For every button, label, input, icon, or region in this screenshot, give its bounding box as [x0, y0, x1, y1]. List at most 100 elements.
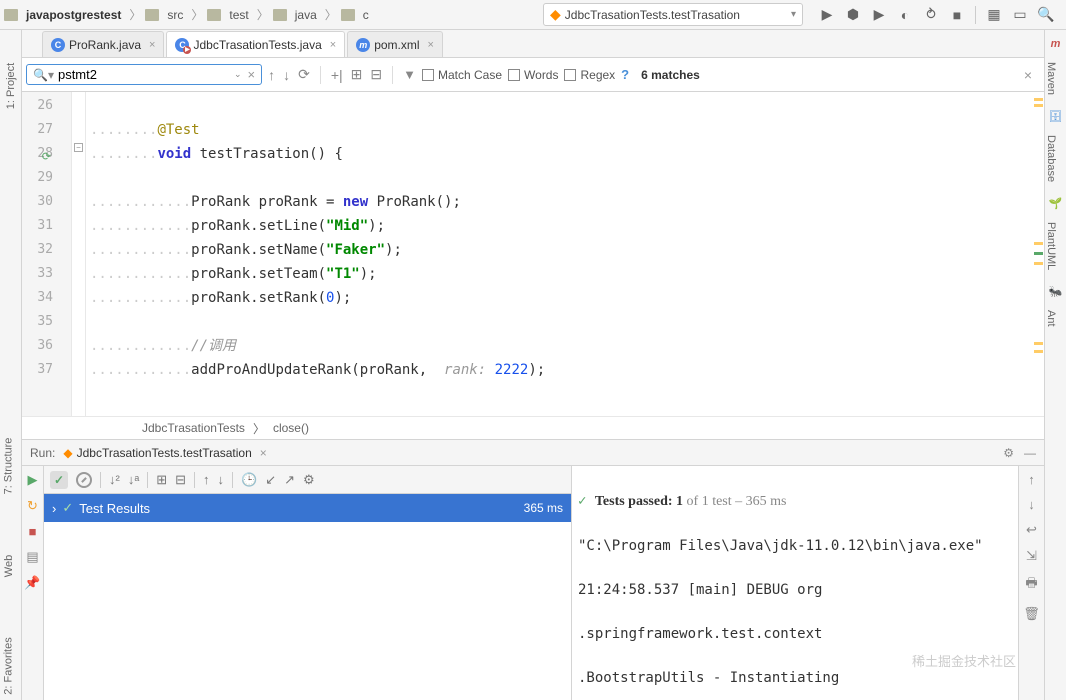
- next-match-icon[interactable]: ↓: [283, 67, 290, 83]
- rail-database[interactable]: Database: [1045, 135, 1057, 182]
- line-number: 30: [22, 190, 53, 214]
- crumb-test[interactable]: test: [225, 6, 252, 24]
- clear-icon[interactable]: ×: [248, 67, 256, 82]
- remove-occurrence-icon[interactable]: ⊟: [370, 66, 382, 83]
- find-tools: +| ⊞ ⊟: [331, 66, 382, 83]
- expand-icon[interactable]: ⊞: [156, 472, 167, 488]
- collapse-icon[interactable]: ⊟: [175, 472, 186, 488]
- history-icon[interactable]: 🕒: [241, 472, 257, 488]
- sort-icon[interactable]: ↓²: [109, 472, 120, 487]
- crumb-sep: 〉: [191, 6, 203, 23]
- attach-icon[interactable]: ⥁: [923, 7, 939, 23]
- layout-icon[interactable]: ▤: [26, 549, 38, 565]
- rerun-icon[interactable]: ▶: [28, 472, 38, 488]
- run-gutter-icon[interactable]: ⟳: [42, 145, 51, 169]
- close-findbar-icon[interactable]: ×: [1016, 67, 1040, 83]
- test-results-row[interactable]: › ✓ Test Results 365 ms: [44, 494, 571, 522]
- show-ignored-icon[interactable]: [76, 472, 92, 488]
- plantuml-icon[interactable]: 🌱: [1045, 197, 1066, 210]
- test-tree[interactable]: › ✓ Test Results 365 ms: [44, 494, 571, 700]
- checkbox-icon: [422, 69, 434, 81]
- run-config-name: JdbcTrasationTests.testTrasation: [77, 446, 252, 460]
- pin-icon[interactable]: 📌: [24, 575, 40, 591]
- rail-ant[interactable]: Ant: [1045, 310, 1057, 327]
- maven-icon[interactable]: m: [1045, 38, 1066, 50]
- run-icon[interactable]: ▶: [819, 7, 835, 23]
- error-stripe[interactable]: [1032, 92, 1044, 416]
- down-icon[interactable]: ↓: [218, 472, 225, 487]
- run-config-label: JdbcTrasationTests.testTrasation: [565, 8, 787, 22]
- run-header-config[interactable]: ◆ JdbcTrasationTests.testTrasation ×: [63, 446, 266, 460]
- rail-maven[interactable]: Maven: [1045, 62, 1057, 95]
- import-icon[interactable]: ↙: [265, 472, 276, 488]
- help-icon[interactable]: ?: [621, 67, 629, 82]
- down-icon[interactable]: ↓: [1028, 497, 1035, 512]
- rail-web[interactable]: Web: [3, 555, 15, 577]
- run-config-selector[interactable]: ◆ JdbcTrasationTests.testTrasation ▾: [543, 3, 803, 26]
- separator: [392, 66, 393, 84]
- rail-favorites[interactable]: 2: Favorites: [3, 637, 15, 694]
- crumb-class[interactable]: JdbcTrasationTests: [142, 421, 245, 435]
- ant-icon[interactable]: 🐜: [1045, 285, 1066, 298]
- rail-project[interactable]: 1: Project: [5, 63, 17, 109]
- git-icon[interactable]: ▦: [986, 7, 1002, 23]
- coverage-icon[interactable]: ▶: [871, 7, 887, 23]
- code-content[interactable]: ........@Test........void testTrasation(…: [86, 92, 1044, 416]
- find-nav: ↑ ↓ ⟳: [268, 66, 310, 83]
- rerun-failed-icon[interactable]: ↻: [27, 498, 38, 514]
- crumb-src[interactable]: src: [163, 6, 187, 24]
- rail-structure[interactable]: 7: Structure: [2, 438, 14, 495]
- close-icon[interactable]: ×: [260, 446, 267, 460]
- add-selection-icon[interactable]: +|: [331, 67, 343, 83]
- scroll-end-icon[interactable]: ⇲: [1026, 548, 1037, 564]
- search-icon[interactable]: 🔍: [1038, 7, 1054, 23]
- find-input-box[interactable]: 🔍▾ ⌄ ×: [26, 64, 262, 85]
- up-icon[interactable]: ↑: [1028, 472, 1035, 487]
- rail-plantuml[interactable]: PlantUML: [1045, 222, 1057, 270]
- close-icon[interactable]: ×: [428, 39, 434, 51]
- tab-prorank[interactable]: C ProRank.java ×: [42, 31, 164, 57]
- fold-toggle-icon[interactable]: −: [74, 143, 83, 152]
- match-case-option[interactable]: Match Case: [422, 68, 502, 82]
- minimize-icon[interactable]: —: [1024, 446, 1036, 460]
- crumb-more[interactable]: c: [359, 6, 373, 24]
- settings-icon[interactable]: ⚙: [303, 472, 315, 488]
- tab-jdbctests[interactable]: C▶ JdbcTrasationTests.java ×: [166, 31, 345, 57]
- print-icon[interactable]: 🖶: [1025, 574, 1037, 596]
- words-option[interactable]: Words: [508, 68, 558, 82]
- select-all-icon[interactable]: ⟳: [298, 66, 310, 83]
- up-icon[interactable]: ↑: [203, 472, 210, 487]
- test-toolbar: ✓ ↓² ↓ᵃ ⊞ ⊟ ↑ ↓ 🕒 ↙ ↗ ⚙: [44, 466, 571, 494]
- select-occurrences-icon[interactable]: ⊞: [351, 66, 363, 83]
- chevron-right-icon[interactable]: ›: [52, 501, 56, 516]
- console-output[interactable]: ✓ Tests passed: 1 of 1 test – 365 ms "C:…: [572, 466, 1018, 700]
- database-icon[interactable]: 🗄: [1045, 110, 1066, 123]
- settings-icon[interactable]: ⚙: [1003, 446, 1014, 460]
- clear-icon[interactable]: 🗑: [1023, 606, 1040, 622]
- export-icon[interactable]: ↗: [284, 472, 295, 488]
- prev-match-icon[interactable]: ↑: [268, 67, 275, 83]
- sort-alpha-icon[interactable]: ↓ᵃ: [128, 472, 139, 487]
- find-input[interactable]: [58, 67, 234, 82]
- tab-pom[interactable]: m pom.xml ×: [347, 31, 443, 57]
- code-editor[interactable]: 26 27 28⟳ 29 30 31 32 33 34 35 36 37 − .…: [22, 92, 1044, 416]
- debug-icon[interactable]: ⬢: [845, 7, 861, 23]
- show-passed-icon[interactable]: ✓: [50, 471, 68, 489]
- history-icon[interactable]: ⌄: [234, 69, 242, 80]
- right-tool-rail: m Maven 🗄 Database 🌱 PlantUML 🐜 Ant: [1044, 30, 1066, 700]
- close-icon[interactable]: ×: [149, 39, 155, 51]
- crumb-method[interactable]: close(): [273, 421, 309, 435]
- crumb-java[interactable]: java: [291, 6, 321, 24]
- line-number: 29: [22, 166, 53, 190]
- softwrap-icon[interactable]: ↩: [1026, 522, 1037, 538]
- folder-icon: [145, 9, 159, 21]
- profile-icon[interactable]: ◐: [897, 7, 913, 23]
- crumb-project[interactable]: javapostgrestest: [22, 6, 125, 24]
- filter-icon[interactable]: ▼: [403, 67, 416, 82]
- close-icon[interactable]: ×: [330, 39, 336, 51]
- structure-icon[interactable]: ▭: [1012, 7, 1028, 23]
- stop-icon[interactable]: ■: [29, 524, 37, 539]
- regex-option[interactable]: Regex: [564, 68, 615, 82]
- main-area: C ProRank.java × C▶ JdbcTrasationTests.j…: [22, 30, 1044, 700]
- stop-icon[interactable]: ■: [949, 7, 965, 23]
